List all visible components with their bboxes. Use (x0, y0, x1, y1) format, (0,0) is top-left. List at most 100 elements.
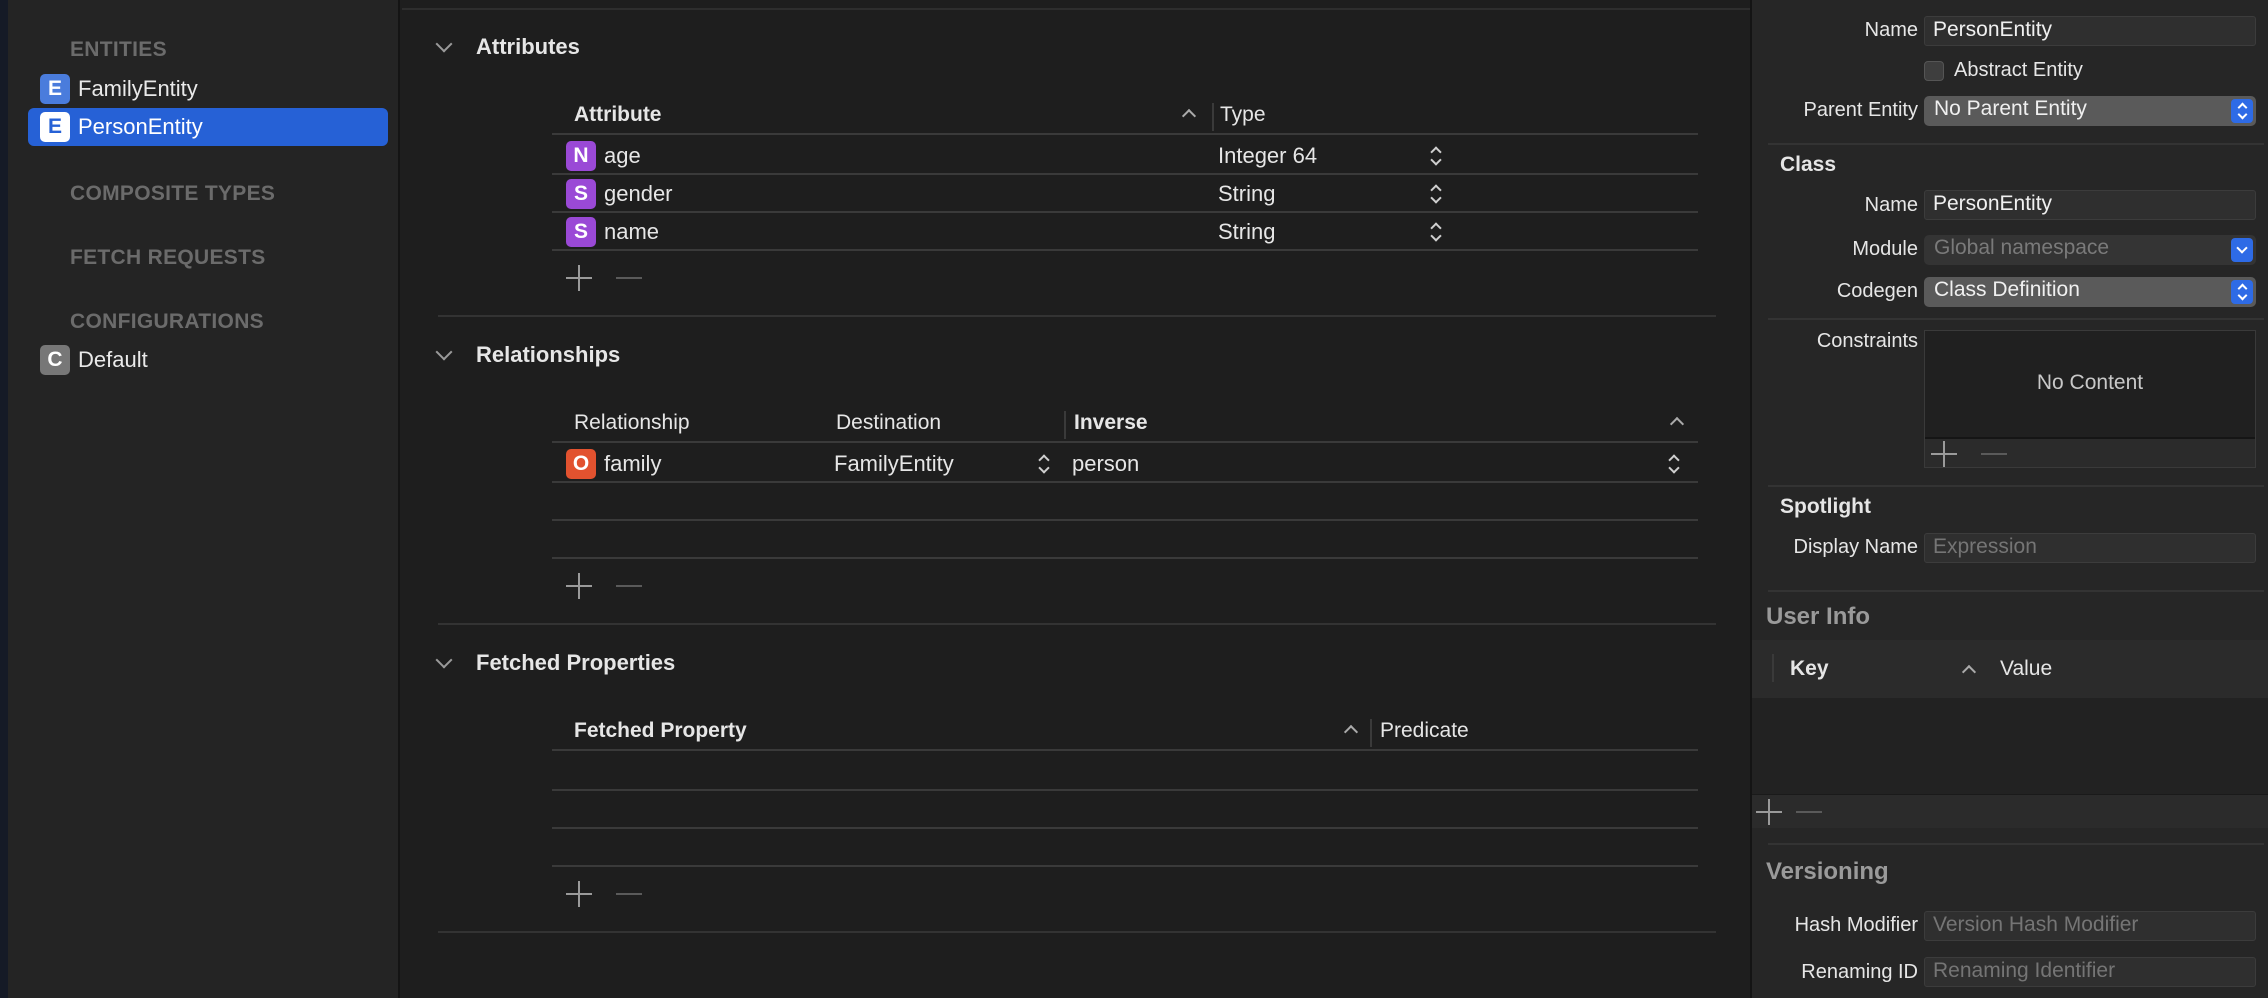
sidebar-item-default[interactable]: C Default (28, 341, 388, 379)
divider (1768, 590, 2264, 592)
column-separator[interactable] (1064, 411, 1066, 439)
column-separator[interactable] (1212, 103, 1214, 131)
add-attribute-button[interactable] (566, 265, 592, 291)
divider (1768, 843, 2264, 845)
sort-ascending-icon[interactable] (1343, 724, 1359, 740)
hash-modifier-field[interactable]: Version Hash Modifier (1924, 911, 2256, 941)
popup-value: Class Definition (1934, 278, 2080, 301)
column-header-key[interactable]: Key (1790, 657, 1829, 681)
column-header-attribute[interactable]: Attribute (574, 103, 662, 127)
add-relationship-button[interactable] (566, 573, 592, 599)
updown-chevron-icon[interactable] (1430, 145, 1442, 167)
sort-ascending-icon[interactable] (1181, 108, 1197, 124)
relationship-inverse[interactable]: person (1072, 451, 1139, 477)
chevron-down-icon[interactable] (435, 35, 453, 53)
table-row[interactable]: O family FamilyEntity person (552, 445, 1698, 483)
module-combobox[interactable]: Global namespace (1924, 235, 2256, 265)
chevron-down-icon[interactable] (2231, 238, 2253, 262)
divider (1768, 318, 2264, 320)
composite-types-header[interactable]: COMPOSITE TYPES (70, 182, 275, 206)
column-header-destination[interactable]: Destination (836, 411, 941, 435)
remove-relationship-button[interactable] (616, 585, 642, 587)
sidebar: ENTITIES E FamilyEntity E PersonEntity C… (8, 0, 400, 998)
entity-editor: Attributes Attribute Type N age Integer … (402, 0, 1750, 998)
remove-constraint-button[interactable] (1981, 453, 2007, 455)
remove-fetched-property-button[interactable] (616, 893, 642, 895)
user-info-table[interactable] (1752, 698, 2268, 794)
to-one-relationship-icon: O (566, 449, 596, 479)
attribute-name[interactable]: age (604, 143, 641, 169)
divider (402, 8, 1750, 10)
sidebar-item-label: FamilyEntity (78, 76, 198, 101)
column-separator (1772, 654, 1774, 682)
fetch-requests-header[interactable]: FETCH REQUESTS (70, 246, 266, 270)
renaming-id-field[interactable]: Renaming Identifier (1924, 957, 2256, 987)
display-name-label: Display Name (1793, 536, 1918, 558)
entity-icon: E (40, 112, 70, 142)
constraints-list[interactable]: No Content (1924, 330, 2256, 468)
column-header-type[interactable]: Type (1220, 103, 1266, 127)
table-row[interactable]: N age Integer 64 (552, 137, 1698, 175)
column-header-predicate[interactable]: Predicate (1380, 719, 1469, 743)
add-user-info-button[interactable] (1756, 799, 1782, 825)
table-header: Fetched Property Predicate (552, 711, 1698, 751)
relationships-section-header[interactable]: Relationships (435, 342, 621, 368)
codegen-label: Codegen (1836, 280, 1918, 302)
updown-chevron-icon[interactable] (1038, 453, 1050, 475)
updown-chevron-icon[interactable] (1668, 453, 1680, 475)
chevron-down-icon[interactable] (435, 651, 453, 669)
table-row[interactable]: S name String (552, 213, 1698, 251)
section-title: Relationships (476, 342, 621, 367)
table-row[interactable]: S gender String (552, 175, 1698, 213)
parent-entity-popup[interactable]: No Parent Entity (1924, 96, 2256, 126)
remove-attribute-button[interactable] (616, 277, 642, 279)
remove-user-info-button[interactable] (1796, 811, 1822, 813)
string-type-icon: S (566, 179, 596, 209)
updown-chevron-icon[interactable] (1430, 183, 1442, 205)
class-name-field[interactable]: PersonEntity (1924, 190, 2256, 220)
attribute-type[interactable]: String (1218, 219, 1275, 245)
column-header-fetched-property[interactable]: Fetched Property (574, 719, 747, 743)
attribute-name[interactable]: gender (604, 181, 673, 207)
relationship-destination[interactable]: FamilyEntity (834, 451, 954, 477)
abstract-entity-checkbox[interactable] (1924, 61, 1944, 81)
table-row-empty (552, 791, 1698, 829)
fetched-properties-section-header[interactable]: Fetched Properties (435, 650, 675, 676)
column-header-value[interactable]: Value (2000, 657, 2052, 681)
attributes-section-header[interactable]: Attributes (435, 34, 580, 60)
section-title: Attributes (476, 34, 580, 59)
relationship-name[interactable]: family (604, 451, 661, 477)
add-constraint-button[interactable] (1931, 441, 1957, 467)
module-label: Module (1852, 238, 1918, 260)
column-header-inverse[interactable]: Inverse (1074, 411, 1148, 435)
fetched-property-add-remove (566, 881, 642, 907)
class-section-header: Class (1780, 153, 1837, 176)
relationship-add-remove (566, 573, 642, 599)
add-fetched-property-button[interactable] (566, 881, 592, 907)
entity-name-field[interactable]: PersonEntity (1924, 16, 2256, 46)
window-edge (0, 0, 8, 998)
attribute-name[interactable]: name (604, 219, 659, 245)
chevron-down-icon[interactable] (435, 343, 453, 361)
table-row-empty (552, 753, 1698, 791)
codegen-popup[interactable]: Class Definition (1924, 277, 2256, 307)
attribute-type[interactable]: Integer 64 (1218, 143, 1317, 169)
entities-header: ENTITIES (70, 38, 167, 61)
column-header-relationship[interactable]: Relationship (574, 411, 690, 435)
user-info-add-remove (1756, 799, 1822, 825)
divider (438, 931, 1716, 933)
spotlight-section-header: Spotlight (1780, 495, 1871, 518)
updown-chevron-icon (2231, 99, 2253, 123)
abstract-entity-label[interactable]: Abstract Entity (1954, 59, 2083, 82)
attribute-type[interactable]: String (1218, 181, 1275, 207)
display-name-field[interactable]: Expression (1924, 533, 2256, 563)
sort-ascending-icon[interactable] (1961, 664, 1977, 680)
column-separator[interactable] (1370, 719, 1372, 747)
data-model-inspector: Name PersonEntity Abstract Entity Parent… (1750, 0, 2268, 998)
sidebar-item-familyentity[interactable]: E FamilyEntity (28, 70, 388, 108)
sort-ascending-icon[interactable] (1669, 416, 1685, 432)
updown-chevron-icon[interactable] (1430, 221, 1442, 243)
divider (1768, 485, 2264, 487)
sidebar-item-personentity[interactable]: E PersonEntity (28, 108, 388, 146)
popup-value: Global namespace (1934, 236, 2110, 259)
